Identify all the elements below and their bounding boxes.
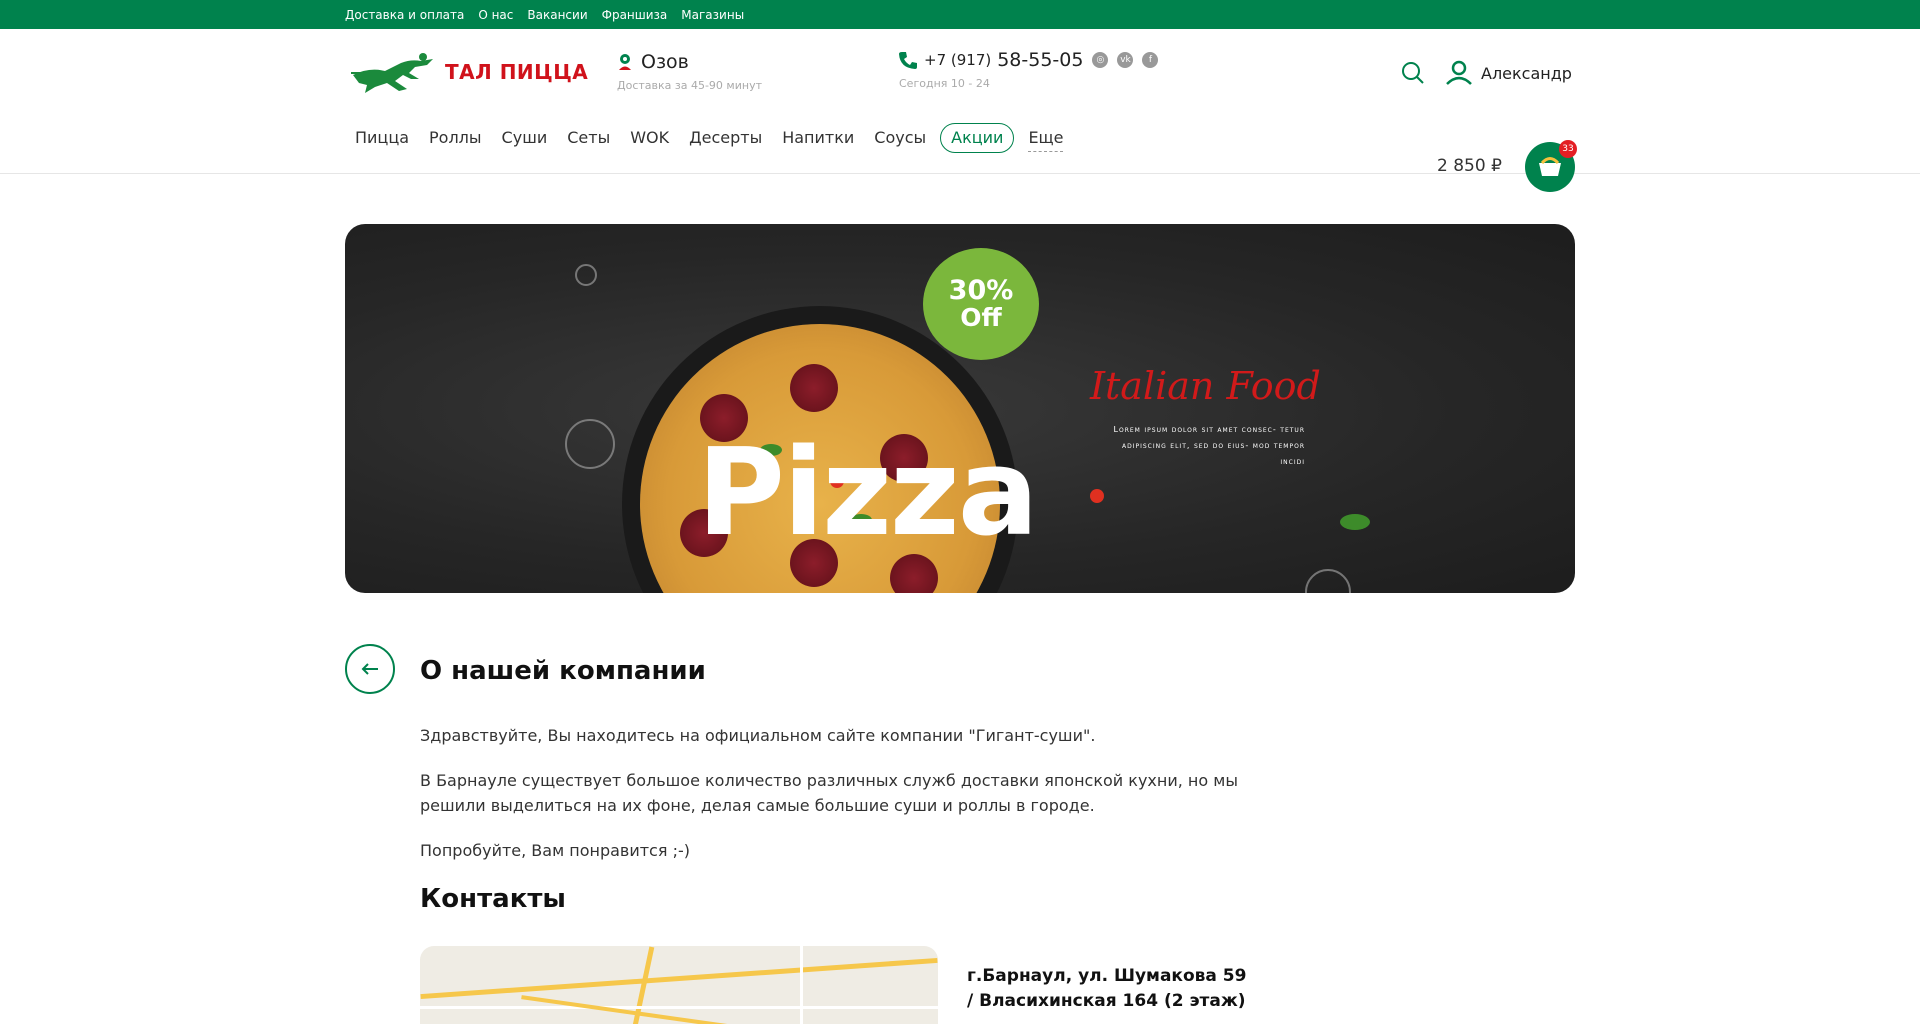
about-paragraph: В Барнауле существует большое количество… xyxy=(420,771,1238,815)
discount-word: Off xyxy=(960,303,1002,332)
topbar-link-vacancies[interactable]: Вакансии xyxy=(527,8,587,22)
topbar-link-delivery[interactable]: Доставка и оплата xyxy=(345,8,464,22)
city-name: Озов xyxy=(641,51,689,73)
about-paragraph: Здравствуйте, Вы находитесь на официальн… xyxy=(420,726,1096,745)
delivery-time: Доставка за 45-90 минут xyxy=(617,79,762,92)
back-button[interactable] xyxy=(345,644,395,694)
banner-pizza-word: Pizza xyxy=(697,424,1039,563)
nav-item-rolls[interactable]: Роллы xyxy=(419,123,492,153)
logo[interactable]: ТАЛ ПИЦЦА xyxy=(349,49,588,95)
map[interactable] xyxy=(420,946,938,1024)
header: ТАЛ ПИЦЦА Озов Доставка за 45-90 минут +… xyxy=(345,29,1577,192)
topbar-link-about[interactable]: О нас xyxy=(478,8,513,22)
instagram-icon[interactable]: ◎ xyxy=(1092,52,1109,68)
vk-icon[interactable]: vk xyxy=(1117,52,1134,68)
location-pin-icon xyxy=(619,54,631,70)
map-road xyxy=(420,957,938,1000)
page-title: О нашей компании xyxy=(420,656,706,686)
nav-item-sets[interactable]: Сеты xyxy=(557,123,620,153)
address: г.Барнаул, ул. Шумакова 59 / Власихинска… xyxy=(967,966,1247,1011)
phone-number[interactable]: 58-55-05 xyxy=(997,49,1083,71)
brand-name: ТАЛ ПИЦЦА xyxy=(445,60,589,84)
map-road xyxy=(800,946,803,1024)
discount-badge: 30% Off xyxy=(923,248,1039,360)
nav-item-sauces[interactable]: Соусы xyxy=(864,123,936,153)
search-icon[interactable] xyxy=(1401,61,1425,85)
user-icon xyxy=(1446,60,1472,85)
discount-percent: 30% xyxy=(948,275,1014,306)
cart-total: 2 850 ₽ xyxy=(1437,156,1502,176)
nav-item-sushi[interactable]: Суши xyxy=(492,123,558,153)
running-man-icon xyxy=(351,53,433,93)
pepperoni-image xyxy=(790,364,838,412)
phone-icon xyxy=(899,52,917,69)
foursquare-icon[interactable]: f xyxy=(1142,52,1159,68)
about-paragraph: Попробуйте, Вам понравится ;-) xyxy=(420,841,690,860)
nav-item-drinks[interactable]: Напитки xyxy=(772,123,864,153)
header-divider xyxy=(0,173,1920,174)
nav-item-desserts[interactable]: Десерты xyxy=(679,123,772,153)
promo-banner[interactable]: Pizza 30% Off Italian Food Lorem ipsum d… xyxy=(345,224,1575,593)
user-account[interactable]: Александр xyxy=(1445,60,1572,86)
nav-item-wok[interactable]: WOK xyxy=(620,123,679,153)
phone-prefix[interactable]: +7 (917) xyxy=(924,51,991,69)
user-name: Александр xyxy=(1481,63,1572,83)
phone-block: +7 (917) 58-55-05 ◎ vk f Сегодня 10 - 24 xyxy=(898,49,1159,90)
city-selector[interactable]: Озов Доставка за 45-90 минут xyxy=(617,51,762,92)
contacts-title: Контакты xyxy=(420,884,566,914)
working-hours: Сегодня 10 - 24 xyxy=(899,77,990,90)
sketch-decoration xyxy=(565,419,615,469)
sketch-decoration xyxy=(1305,569,1351,593)
banner-lorem: Lorem ipsum dolor sit amet consec- tetur… xyxy=(1113,425,1305,466)
sketch-decoration xyxy=(575,264,597,286)
map-road xyxy=(521,995,819,1024)
nav-item-pizza[interactable]: Пицца xyxy=(345,123,419,153)
about-text: Здравствуйте, Вы находитесь на официальн… xyxy=(420,723,1260,883)
map-road xyxy=(420,1006,938,1009)
basket-icon xyxy=(1539,157,1561,176)
nav-item-promotions[interactable]: Акции xyxy=(940,123,1015,153)
cart-button[interactable]: 33 xyxy=(1525,140,1577,192)
nav-item-more[interactable]: Еще xyxy=(1028,124,1064,152)
basil-image xyxy=(1340,514,1370,530)
topbar-link-franchise[interactable]: Франшиза xyxy=(602,8,668,22)
top-links-bar: Доставка и оплата О нас Вакансии Франшиз… xyxy=(0,0,1920,29)
arrow-left-icon xyxy=(361,663,378,675)
tomato-image xyxy=(1090,489,1104,503)
topbar-link-stores[interactable]: Магазины xyxy=(681,8,744,22)
main-nav: Пицца Роллы Суши Сеты WOK Десерты Напитк… xyxy=(345,123,1064,153)
banner-italian-food: Italian Food xyxy=(1090,364,1321,408)
cart-count-badge: 33 xyxy=(1559,140,1577,158)
